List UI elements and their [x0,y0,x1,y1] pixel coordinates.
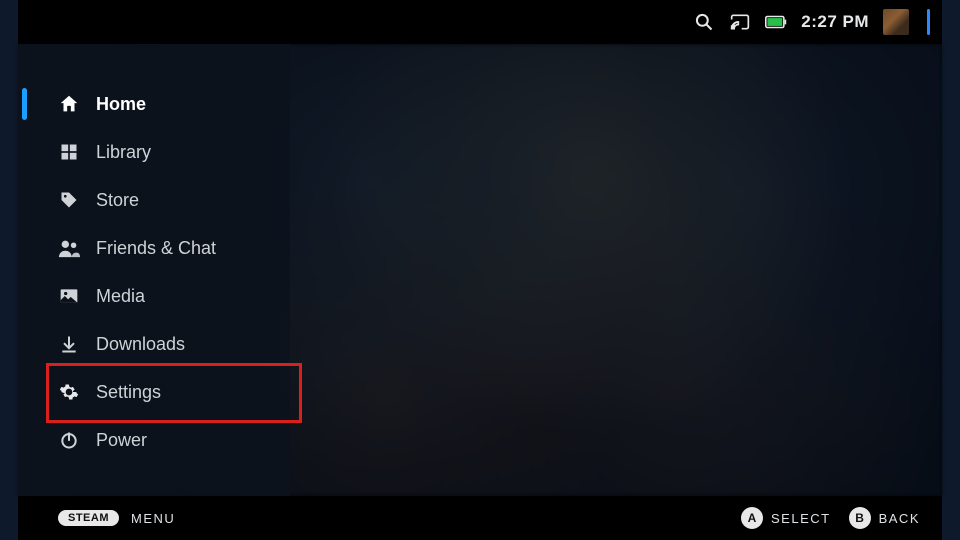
hint-select: A SELECT [741,507,831,529]
hint-back-label: BACK [879,511,920,526]
sidebar-item-downloads[interactable]: Downloads [18,320,290,368]
status-bar: 2:27 PM [18,0,942,44]
tag-icon [58,189,80,211]
sidebar-item-store[interactable]: Store [18,176,290,224]
button-a-icon: A [741,507,763,529]
hint-left-group: STEAM MENU [58,510,175,526]
sidebar-item-label: Home [96,94,146,115]
main-menu-sidebar: Home Library Store Friends & Chat Media [18,44,290,496]
sidebar-item-power[interactable]: Power [18,416,290,464]
hint-menu-label: MENU [131,511,175,526]
clock: 2:27 PM [801,12,869,32]
search-icon[interactable] [693,11,715,33]
sidebar-item-label: Downloads [96,334,185,355]
sidebar-item-label: Media [96,286,145,307]
hint-back: B BACK [849,507,920,529]
hint-bar: STEAM MENU A SELECT B BACK [18,496,942,540]
people-icon [58,237,80,259]
steam-pill[interactable]: STEAM [58,510,119,526]
image-icon [58,285,80,307]
app-frame: 2:27 PM Home Library Store [18,0,942,540]
sidebar-item-library[interactable]: Library [18,128,290,176]
hint-right-group: A SELECT B BACK [741,507,920,529]
download-icon [58,333,80,355]
sidebar-item-media[interactable]: Media [18,272,290,320]
power-icon [58,429,80,451]
sidebar-item-label: Library [96,142,151,163]
sidebar-item-friends[interactable]: Friends & Chat [18,224,290,272]
cast-icon[interactable] [729,11,751,33]
grid-icon [58,141,80,163]
sidebar-item-settings[interactable]: Settings [18,368,290,416]
button-b-icon: B [849,507,871,529]
sidebar-item-label: Settings [96,382,161,403]
gear-icon [58,381,80,403]
home-icon [58,93,80,115]
sidebar-item-label: Power [96,430,147,451]
avatar[interactable] [883,9,909,35]
notification-indicator [927,9,930,35]
sidebar-item-label: Friends & Chat [96,238,216,259]
sidebar-item-home[interactable]: Home [18,80,290,128]
hint-select-label: SELECT [771,511,831,526]
battery-icon [765,11,787,33]
sidebar-item-label: Store [96,190,139,211]
